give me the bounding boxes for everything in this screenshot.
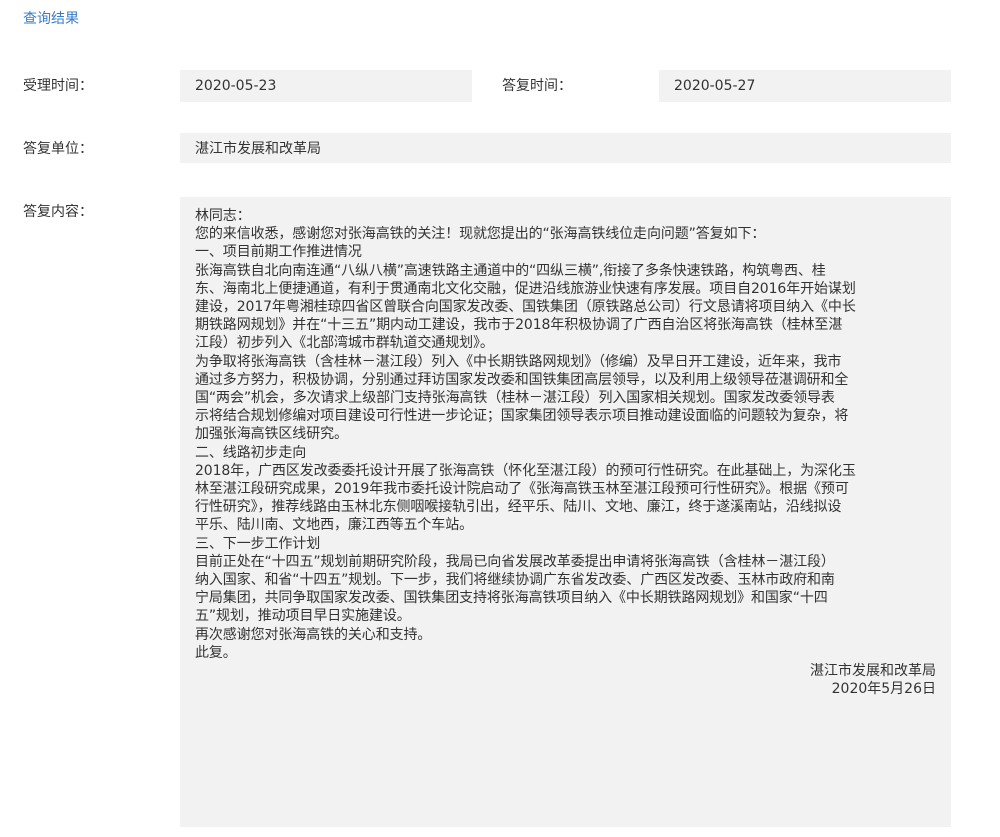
content-line: 期铁路网规划》并在“十三五”期内动工建设，我市于2018年积极协调了广西自治区将… — [195, 317, 843, 334]
content-line: 林至湛江段研究成果，2019年我市委托设计院启动了《张海高铁玉林至湛江段预可行性… — [195, 481, 849, 498]
reply-content-label: 答复内容： — [23, 204, 93, 220]
content-line: 纳入国家、和省“十四五”规划。下一步，我们将继续协调广东省发改委、广西区发改委、… — [195, 572, 835, 589]
content-line: 示将结合规划修编对项目建设可行性进一步论证；国家集团领导表示项目推动建设面临的问… — [195, 408, 849, 425]
accept-time-value: 2020-05-23 — [195, 78, 277, 94]
content-line: 加强张海高铁区线研究。 — [195, 426, 348, 443]
reply-time-label: 答复时间： — [502, 78, 572, 94]
content-line: 此复。 — [195, 644, 237, 661]
content-line: 行性研究》，推荐线路由玉林北东侧咽喉接轨引出，经平乐、陆川、文地、廉江，终于遂溪… — [195, 499, 842, 516]
content-line: 通过多方努力，积极协调，分别通过拜访国家发改委和国铁集团高层领导，以及利用上级领… — [195, 371, 849, 388]
reply-time-field: 2020-05-27 — [659, 70, 951, 102]
content-line: 江段）初步列入《北部湾城市群轨道交通规划》。 — [195, 335, 494, 352]
reply-unit-field: 湛江市发展和改革局 — [180, 133, 951, 163]
signature-unit: 湛江市发展和改革局 — [810, 663, 936, 680]
reply-content-field: 林同志： 您的来信收悉，感谢您对张海高铁的关注！现就您提出的“张海高铁线位走向问… — [180, 197, 951, 827]
content-line: 张海高铁自北向南连通“八纵八横”高速铁路主通道中的“四纵三横”,衔接了多条快速铁… — [195, 262, 826, 279]
content-line: 建设，2017年粤湘桂琼四省区曾联合向国家发改委、国铁集团（原铁路总公司）行文恳… — [195, 299, 856, 316]
reply-content-body: 林同志： 您的来信收悉，感谢您对张海高铁的关注！现就您提出的“张海高铁线位走向问… — [195, 207, 936, 698]
content-line: 平乐、陆川南、文地西，廉江西等五个车站。 — [195, 517, 473, 534]
content-line: 目前正处在“十四五”规划前期研究阶段，我局已向省发展改革委提出申请将张海高铁（含… — [195, 553, 835, 570]
content-line: 再次感谢您对张海高铁的关心和支持。 — [195, 626, 432, 643]
reply-time-value: 2020-05-27 — [674, 78, 756, 94]
accept-time-field: 2020-05-23 — [180, 70, 472, 102]
content-line: 林同志： — [195, 208, 251, 224]
content-line: 东、海南北上便捷通道，有利于贯通南北文化交融，促进沿线旅游业快速有序发展。项目自… — [195, 280, 856, 297]
accept-time-label: 受理时间： — [23, 78, 93, 94]
content-line: 二、线路初步走向 — [195, 444, 307, 461]
reply-unit-value: 湛江市发展和改革局 — [195, 141, 321, 157]
content-line: 五”规划，推动项目早日实施建设。 — [195, 608, 411, 625]
content-line: 宁局集团，共同争取国家发改委、国铁集团支持将张海高铁项目纳入《中长期铁路网规划》… — [195, 590, 828, 607]
content-line: 国“两会”机会，多次请求上级部门支持张海高铁（桂林－湛江段）列入国家相关规划。国… — [195, 390, 835, 407]
content-line: 2018年，广西区发改委委托设计开展了张海高铁（怀化至湛江段）的预可行性研究。在… — [195, 462, 856, 479]
content-line: 一、项目前期工作推进情况 — [195, 244, 362, 261]
page-title: 查询结果 — [23, 11, 79, 27]
content-line: 为争取将张海高铁（含桂林－湛江段）列入《中长期铁路网规划》（修编）及早日开工建设… — [195, 353, 842, 370]
content-line: 三、下一步工作计划 — [195, 535, 321, 552]
reply-unit-label: 答复单位： — [23, 141, 93, 157]
content-line: 您的来信收悉，感谢您对张海高铁的关注！现就您提出的“张海高铁线位走向问题”答复如… — [195, 226, 766, 243]
signature-date: 2020年5月26日 — [831, 681, 936, 698]
